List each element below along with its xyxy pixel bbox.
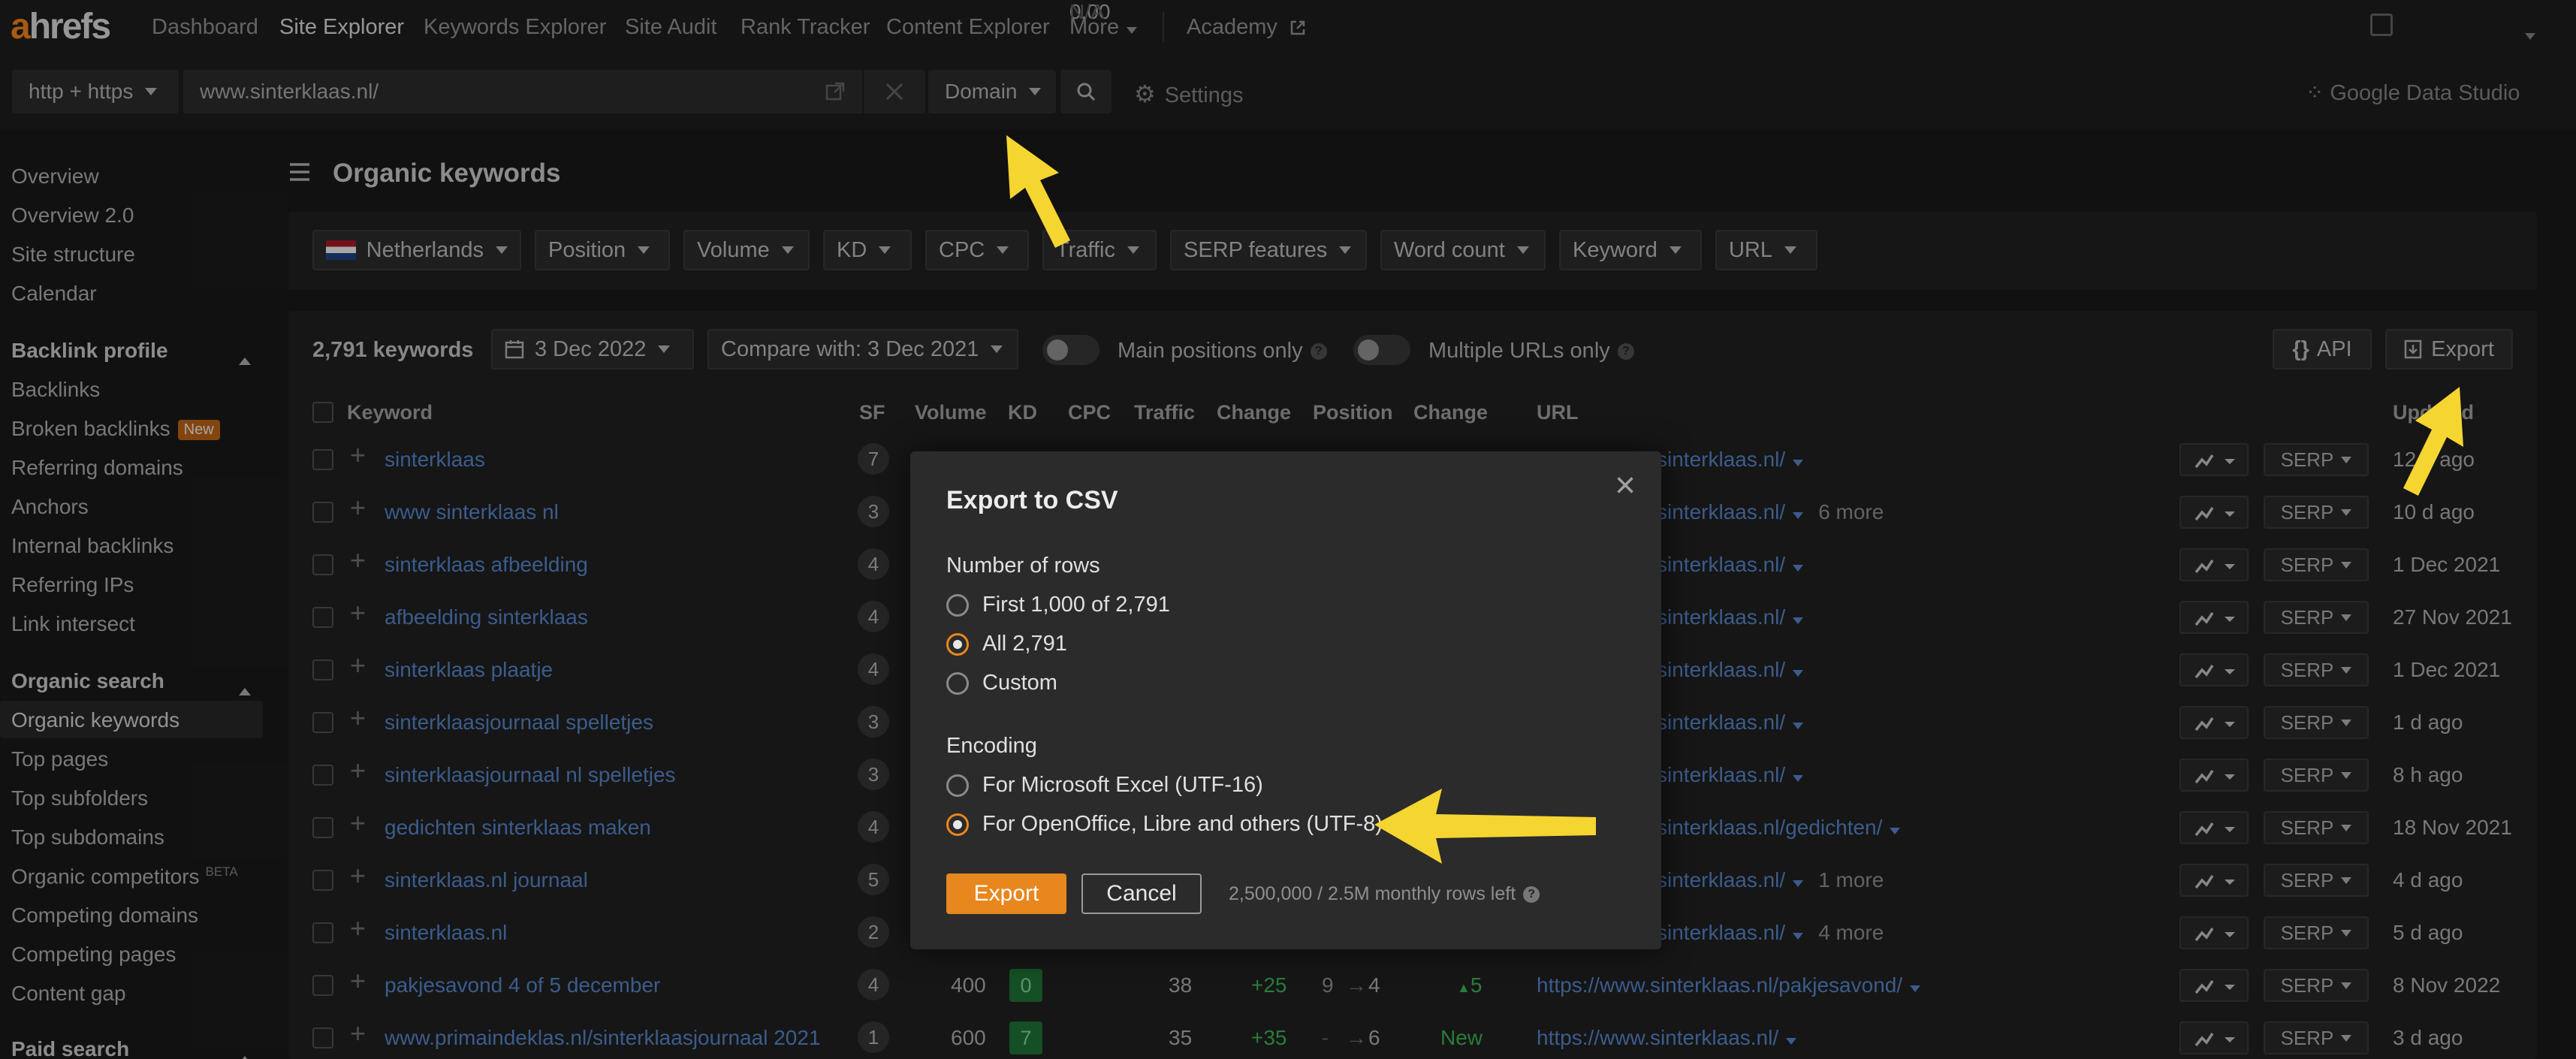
rows-all-label[interactable]: All 2,791 — [982, 632, 1067, 656]
help-icon[interactable]: ? — [1523, 886, 1540, 904]
dialog-title: Export to CSV — [946, 486, 1118, 514]
annotation-arrow-utf8 — [1374, 789, 1596, 864]
encoding-utf8-label[interactable]: For OpenOffice, Libre and others (UTF-8) — [982, 812, 1383, 837]
encoding-utf8-radio[interactable] — [946, 813, 969, 836]
close-icon[interactable]: × — [1615, 465, 1636, 506]
rows-custom-radio[interactable] — [946, 672, 969, 695]
encoding-label: Encoding — [946, 734, 1037, 758]
rows-label: Number of rows — [946, 554, 1100, 578]
rows-first-radio[interactable] — [946, 594, 969, 617]
annotation-arrow-domain — [1006, 135, 1070, 248]
encoding-utf16-label[interactable]: For Microsoft Excel (UTF-16) — [982, 773, 1263, 798]
export-dialog: Export to CSV × Number of rows First 1,0… — [910, 451, 1661, 949]
rows-first-label[interactable]: First 1,000 of 2,791 — [982, 593, 1170, 617]
rows-all-radio[interactable] — [946, 633, 969, 656]
annotation-arrow-export — [2403, 387, 2463, 496]
dialog-export-button[interactable]: Export — [946, 873, 1066, 914]
encoding-utf16-radio[interactable] — [946, 774, 969, 797]
rows-custom-label[interactable]: Custom — [982, 671, 1057, 695]
rows-left-text: 2,500,000 / 2.5M monthly rows left? — [1229, 883, 1540, 905]
dialog-cancel-button[interactable]: Cancel — [1081, 873, 1202, 914]
